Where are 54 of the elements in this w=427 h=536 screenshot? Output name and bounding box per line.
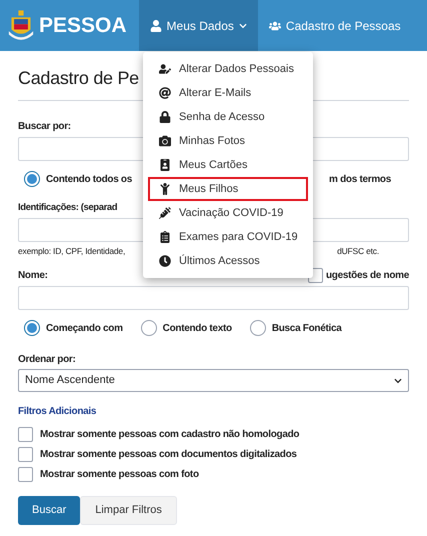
sort-select[interactable]: Nome Ascendente (18, 369, 409, 392)
menu-item[interactable]: Meus Filhos (148, 177, 308, 201)
radio-button[interactable] (24, 320, 40, 336)
checkbox-label: Mostrar somente pessoas com documentos digitalizados (40, 448, 297, 462)
at-icon (159, 87, 171, 99)
field-label: Buscar por: (18, 120, 71, 134)
menu-item[interactable]: Exames para COVID-19 (148, 225, 308, 249)
lock-icon (159, 111, 171, 123)
menu-item[interactable]: Senha de Acesso (148, 105, 308, 129)
menu-item[interactable]: Alterar E-Mails (148, 81, 308, 105)
radio-button[interactable] (250, 320, 266, 336)
caret-icon (394, 376, 402, 384)
name-field[interactable] (18, 286, 409, 310)
brand-title: PESSOA (39, 12, 127, 39)
user-edit-icon (159, 63, 171, 75)
menu-item[interactable]: Meus Cartões (148, 153, 308, 177)
checkbox-label: Mostrar somente pessoas com foto (40, 468, 199, 482)
clear-filters-button[interactable]: Limpar Filtros (80, 496, 177, 525)
clock-icon (159, 255, 171, 267)
checkbox-label: Mostrar somente pessoas com cadastro não homologado (40, 428, 300, 442)
radio-button[interactable] (24, 171, 40, 187)
menu-item[interactable]: Alterar Dados Pessoais (148, 57, 308, 81)
radio-label: Contendo texto (162, 322, 232, 336)
user-icon (150, 20, 162, 32)
radio-label: Contendo todos os (46, 172, 132, 186)
caret-icon (238, 22, 247, 30)
checkbox[interactable] (18, 427, 33, 442)
users-icon (268, 20, 281, 32)
menu-item[interactable]: Minhas Fotos (148, 129, 308, 153)
nav-tab[interactable]: Cadastro de Pessoas (258, 0, 412, 51)
nav-tab[interactable]: Meus Dados (138, 0, 258, 51)
checkbox[interactable] (18, 447, 33, 462)
checkbox-label: ugestões de nome (326, 269, 409, 283)
radio-label: Busca Fonética (272, 322, 342, 336)
id-card-icon (159, 159, 171, 171)
hint-text: exemplo: ID, CPF, Identidade, (18, 245, 126, 258)
radio-button[interactable] (140, 320, 157, 336)
syringe-icon (159, 207, 171, 219)
field-label: Ordenar por: (18, 353, 76, 367)
camera-icon (159, 135, 171, 147)
page-title: Cadastro de Pe (18, 68, 139, 88)
radio-label: Começando com (46, 322, 123, 336)
menu-item[interactable]: Vacinação COVID-19 (148, 201, 308, 225)
radio-label: m dos termos (329, 172, 391, 186)
menu-item[interactable]: Últimos Acessos (148, 249, 308, 273)
field-label: Nome: (18, 269, 48, 283)
checkbox[interactable] (18, 467, 33, 482)
crest-logo (8, 10, 34, 42)
search-button[interactable]: Buscar (18, 496, 80, 525)
section-title: Filtros Adicionais (18, 405, 96, 419)
child-icon (159, 183, 171, 195)
hint-text: dUFSC etc. (337, 245, 379, 258)
field-label: Identificações: (separad (18, 201, 118, 215)
clipboard-icon (159, 231, 171, 243)
